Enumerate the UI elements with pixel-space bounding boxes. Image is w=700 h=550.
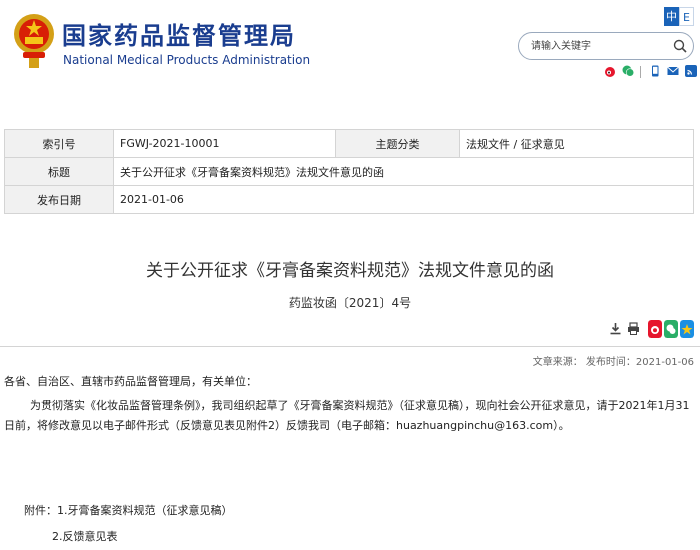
table-row: 发布日期 2021-01-06 <box>4 185 694 214</box>
national-emblem-icon[interactable] <box>12 10 56 72</box>
social-links <box>604 65 634 79</box>
social-divider <box>640 66 641 78</box>
share-wechat-icon[interactable] <box>664 320 678 338</box>
document-number: 药监妆函〔2021〕4号 <box>288 296 412 310</box>
share-buttons <box>648 320 694 338</box>
email-icon[interactable] <box>667 65 679 77</box>
greeting: 各省、自治区、直辖市药品监督管理局，有关单位： <box>4 375 257 388</box>
search-input[interactable] <box>531 38 661 54</box>
document-meta-table: 索引号 FGWJ-2021-10001 主题分类 法规文件 / 征求意见 标题 … <box>4 129 694 214</box>
download-icon[interactable] <box>609 322 622 335</box>
share-weibo-icon[interactable] <box>648 320 662 338</box>
rss-icon[interactable] <box>685 65 697 77</box>
attachment-link-2[interactable]: 2.反馈意见表 <box>52 527 118 547</box>
share-qzone-icon[interactable] <box>680 320 694 338</box>
wechat-icon[interactable] <box>622 65 634 77</box>
print-icon[interactable] <box>627 322 640 335</box>
date-value: 2021-01-06 <box>113 185 694 214</box>
social-links-secondary <box>649 65 697 79</box>
lang-chinese-button[interactable]: 中 <box>664 7 679 26</box>
content-divider <box>0 346 700 347</box>
index-label: 索引号 <box>4 129 114 158</box>
article-tools <box>609 322 640 335</box>
title-value: 关于公开征求《牙膏备案资料规范》法规文件意见的函 <box>113 157 694 186</box>
search-icon[interactable] <box>673 39 687 53</box>
topic-value: 法规文件 / 征求意见 <box>459 129 694 158</box>
topic-label: 主题分类 <box>335 129 460 158</box>
title-label: 标题 <box>4 157 114 186</box>
mobile-icon[interactable] <box>649 65 661 77</box>
publish-info: 文章来源： 发布时间：2021-01-06 <box>532 357 694 368</box>
attachment-link-1[interactable]: 附件：1.牙膏备案资料规范（征求意见稿） <box>24 501 233 521</box>
table-row: 标题 关于公开征求《牙膏备案资料规范》法规文件意见的函 <box>4 157 694 186</box>
body-paragraph: 为贯彻落实《化妆品监督管理条例》，我司组织起草了《牙膏备案资料规范》（征求意见稿… <box>4 399 690 432</box>
page-title: 关于公开征求《牙膏备案资料规范》法规文件意见的函 <box>146 261 554 281</box>
table-row: 索引号 FGWJ-2021-10001 主题分类 法规文件 / 征求意见 <box>4 129 694 158</box>
lang-english-button[interactable]: E <box>679 7 694 26</box>
weibo-icon[interactable] <box>604 65 616 77</box>
search-box <box>518 32 694 60</box>
index-value: FGWJ-2021-10001 <box>113 129 336 158</box>
date-label: 发布日期 <box>4 185 114 214</box>
site-header: 国家药品监督管理局 National Medical Products Admi… <box>0 0 700 95</box>
site-name-cn[interactable]: 国家药品监督管理局 <box>62 16 296 51</box>
site-name-en[interactable]: National Medical Products Administration <box>63 53 310 67</box>
